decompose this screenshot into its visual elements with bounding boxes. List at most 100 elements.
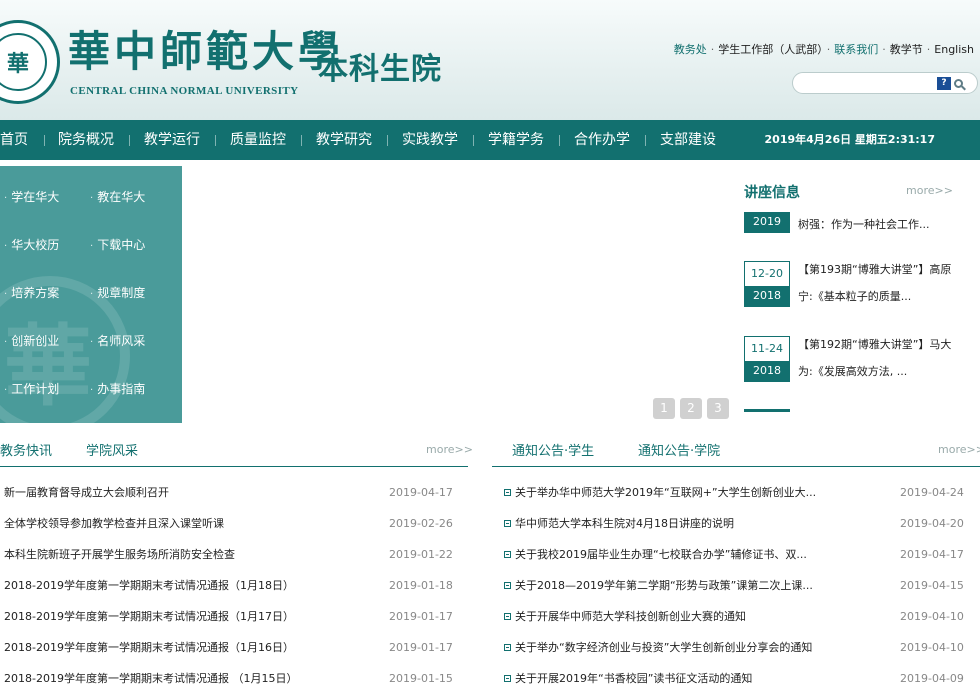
seal-glyph: 華 bbox=[6, 51, 29, 77]
nav-separator bbox=[44, 135, 45, 146]
top-link-separator: · bbox=[882, 43, 886, 56]
quick-links-panel: 華 · 学在华大 · 教在华大 · 华大校历 · 下载中心 · 培养方案 · 规章制度 · 创… bbox=[0, 166, 182, 423]
lecture-date-year: 2018 bbox=[745, 286, 789, 306]
university-seal-logo[interactable]: 華 bbox=[0, 20, 60, 104]
lecture-date-year: 2019 bbox=[745, 212, 789, 232]
carousel-page-2[interactable]: 2 bbox=[680, 398, 702, 419]
lecture-item-2[interactable]: 【第193期“博雅大讲堂”】高原宁:《基本粒子的质量... bbox=[798, 256, 954, 310]
bullet-square-icon bbox=[504, 613, 511, 620]
top-link-jiaowuchu[interactable]: 教务处 bbox=[674, 43, 707, 56]
list-item[interactable]: 2018-2019学年度第一学期期末考试情况通报（1月18日） 2019-01-1… bbox=[4, 570, 460, 601]
quick-link-innovation[interactable]: · 创新创业 bbox=[4, 332, 59, 349]
department-name: 本科生院 bbox=[318, 52, 442, 87]
quick-link-regulations[interactable]: · 规章制度 bbox=[90, 284, 145, 301]
bullet-square-icon bbox=[504, 644, 511, 651]
top-link-teaching-festival[interactable]: 教学节 bbox=[890, 43, 923, 56]
nav-separator bbox=[129, 135, 130, 146]
seal-inner-ring: 華 bbox=[0, 33, 47, 91]
quick-link-famous-teachers[interactable]: · 名师风采 bbox=[90, 332, 145, 349]
list-item[interactable]: 关于举办“数字经济创业与投资”大学生创新创业分享会的通知 2019-04-10 bbox=[504, 632, 976, 663]
lectures-bottom-rule bbox=[744, 409, 790, 412]
lecture-date-year: 2018 bbox=[745, 361, 789, 381]
list-item[interactable]: 2018-2019学年度第一学期期末考试情况通报（1月16日） 2019-01-1… bbox=[4, 632, 460, 663]
list-item[interactable]: 新一届教育督导成立大会顺利召开 2019-04-17 bbox=[4, 477, 460, 508]
tab-notice-students[interactable]: 通知公告·学生 bbox=[512, 437, 594, 467]
right-news-more-link[interactable]: more>> bbox=[938, 437, 980, 463]
nav-separator bbox=[387, 135, 388, 146]
help-question-icon: ? bbox=[937, 76, 951, 90]
top-link-separator: · bbox=[826, 43, 831, 56]
bullet-square-icon bbox=[504, 675, 511, 682]
lecture-date-badge: 11-24 2018 bbox=[744, 336, 790, 382]
nav-item-teaching-operation[interactable]: 教学运行 bbox=[144, 120, 200, 160]
search-input[interactable] bbox=[803, 75, 935, 91]
nav-separator bbox=[301, 135, 302, 146]
seal-watermark-glyph: 華 bbox=[4, 314, 93, 418]
site-header: 華 華中師範大學 CENTRAL CHINA NORMAL UNIVERSITY… bbox=[0, 0, 980, 120]
date-time-clock: 2019年4月26日 星期五2:31:17 bbox=[764, 133, 935, 146]
top-link-english[interactable]: English bbox=[934, 43, 974, 56]
list-item[interactable]: 华中师范大学本科生院对4月18日讲座的说明 2019-04-20 bbox=[504, 508, 976, 539]
banner-carousel[interactable] bbox=[188, 166, 733, 423]
lectures-title: 讲座信息 bbox=[744, 185, 800, 201]
left-news-more-link[interactable]: more>> bbox=[426, 437, 473, 463]
top-link-separator: · bbox=[926, 43, 931, 56]
list-item[interactable]: 关于我校2019届毕业生办理“七校联合办学”辅修证书、双... 2019-04-1… bbox=[504, 539, 976, 570]
nav-item-overview[interactable]: 院务概况 bbox=[58, 120, 114, 160]
top-link-separator: · bbox=[710, 43, 715, 56]
main-nav: 首页 院务概况 教学运行 质量监控 教学研究 实践教学 学籍学务 合作办学 支部… bbox=[0, 120, 980, 160]
quick-link-calendar[interactable]: · 华大校历 bbox=[4, 236, 59, 253]
nav-item-practice-teaching[interactable]: 实践教学 bbox=[402, 120, 458, 160]
nav-item-party-branch[interactable]: 支部建设 bbox=[660, 120, 716, 160]
list-item[interactable]: 全体学校领导参加教学检查并且深入课堂听课 2019-02-26 bbox=[4, 508, 460, 539]
list-item[interactable]: 本科生院新班子开展学生服务场所消防安全检查 2019-01-22 bbox=[4, 539, 460, 570]
bullet-square-icon bbox=[504, 551, 511, 558]
list-item[interactable]: 关于开展华中师范大学科技创新创业大赛的通知 2019-04-10 bbox=[504, 601, 976, 632]
search-button[interactable]: ? bbox=[937, 75, 973, 91]
carousel-page-3[interactable]: 3 bbox=[707, 398, 729, 419]
list-item[interactable]: 关于开展2019年“书香校园”读书征文活动的通知 2019-04-09 bbox=[504, 663, 976, 694]
nav-item-home[interactable]: 首页 bbox=[0, 120, 28, 160]
search-box: ? bbox=[792, 72, 978, 94]
nav-separator bbox=[473, 135, 474, 146]
bullet-square-icon bbox=[504, 520, 511, 527]
search-icon bbox=[954, 78, 963, 88]
quick-link-work-plan[interactable]: · 工作计划 bbox=[4, 380, 59, 397]
quick-link-teach[interactable]: · 教在华大 bbox=[90, 188, 145, 205]
quick-link-guide[interactable]: · 办事指南 bbox=[90, 380, 145, 397]
quick-link-training-plan[interactable]: · 培养方案 bbox=[4, 284, 59, 301]
left-news-header: 教务快讯 学院风采 more>> bbox=[0, 437, 473, 467]
nav-item-student-status[interactable]: 学籍学务 bbox=[488, 120, 544, 160]
quick-link-study[interactable]: · 学在华大 bbox=[4, 188, 59, 205]
nav-separator bbox=[645, 135, 646, 146]
university-name-english: CENTRAL CHINA NORMAL UNIVERSITY bbox=[70, 85, 299, 97]
lecture-item-1[interactable]: 树强：作为一种社会工作... bbox=[798, 211, 954, 238]
top-links: 教务处 · 学生工作部（人武部） · 联系我们 · 教学节 · English bbox=[674, 41, 974, 57]
list-item[interactable]: 2018-2019学年度第一学期期末考试情况通报（1月17日） 2019-01-1… bbox=[4, 601, 460, 632]
list-item[interactable]: 关于2018—2019学年第二学期“形势与政策”课第二次上课... 2019-04… bbox=[504, 570, 976, 601]
nav-item-cooperation[interactable]: 合作办学 bbox=[574, 120, 630, 160]
university-name-calligraphy[interactable]: 華中師範大學 bbox=[68, 18, 344, 79]
top-link-student-affairs[interactable]: 学生工作部（人武部） bbox=[718, 43, 823, 56]
nav-separator bbox=[559, 135, 560, 146]
nav-separator bbox=[215, 135, 216, 146]
right-news-header: 通知公告·学生 通知公告·学院 more>> bbox=[492, 437, 980, 467]
list-item[interactable]: 2018-2019学年度第一学期期末考试情况通报 （1月15日） 2019-01-… bbox=[4, 663, 460, 694]
top-link-contact-us[interactable]: 联系我们 bbox=[834, 43, 878, 56]
nav-item-teaching-research[interactable]: 教学研究 bbox=[316, 120, 372, 160]
lecture-date-monthday: 12-20 bbox=[751, 267, 783, 280]
lecture-date-badge: 12-20 2018 bbox=[744, 261, 790, 307]
list-item[interactable]: 关于举办华中师范大学2019年“互联网+”大学生创新创业大... 2019-04-… bbox=[504, 477, 976, 508]
lecture-date-monthday: 11-24 bbox=[751, 342, 783, 355]
lectures-more-link[interactable]: more>> bbox=[906, 184, 953, 197]
lecture-item-3[interactable]: 【第192期“博雅大讲堂”】马大为:《发展高效方法, ... bbox=[798, 331, 954, 385]
quick-link-downloads[interactable]: · 下载中心 bbox=[90, 236, 145, 253]
bullet-square-icon bbox=[504, 582, 511, 589]
tab-college-style[interactable]: 学院风采 bbox=[86, 437, 138, 467]
lecture-date-badge: 2019 bbox=[744, 212, 790, 233]
tab-teaching-news[interactable]: 教务快讯 bbox=[0, 437, 52, 467]
tab-notice-colleges[interactable]: 通知公告·学院 bbox=[638, 437, 720, 467]
carousel-page-1[interactable]: 1 bbox=[653, 398, 675, 419]
bullet-square-icon bbox=[504, 489, 511, 496]
nav-item-quality-monitoring[interactable]: 质量监控 bbox=[230, 120, 286, 160]
